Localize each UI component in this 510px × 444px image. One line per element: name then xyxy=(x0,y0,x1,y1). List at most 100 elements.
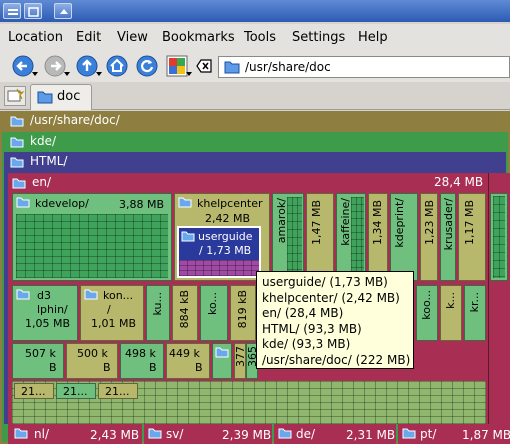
folder-kdevelop[interactable]: kdevelop/ 3,88 MB xyxy=(12,193,172,281)
cell-size-819[interactable]: 819 kB xyxy=(230,285,256,341)
cell-size-134[interactable]: 1,34 MB xyxy=(368,193,388,281)
folder-userguide[interactable]: userguide / 1,73 MB xyxy=(177,226,261,278)
folder-icon xyxy=(16,197,30,208)
up-button[interactable] xyxy=(76,55,98,77)
tooltip-line: en/ (28,4 MB) xyxy=(262,306,344,320)
location-input[interactable]: /usr/share/doc xyxy=(218,56,510,78)
cell-size: 2,42 MB xyxy=(205,212,251,225)
clear-location-icon[interactable] xyxy=(196,59,212,73)
menu-location[interactable]: Location xyxy=(8,30,63,45)
folder-label: HTML/ xyxy=(30,154,68,168)
folder-21a[interactable]: 21... xyxy=(14,383,54,399)
folder-kr[interactable]: kr... xyxy=(464,285,486,341)
folder-icon xyxy=(12,178,26,189)
window-restore-button[interactable] xyxy=(24,3,42,19)
folder-icon xyxy=(224,61,240,74)
folder-icon xyxy=(10,157,24,168)
forward-history-arrow-icon[interactable] xyxy=(64,72,70,76)
location-text: /usr/share/doc xyxy=(245,60,331,74)
window-menu-button[interactable] xyxy=(3,3,21,19)
folder-kaffeine[interactable]: kaffeine/ xyxy=(336,193,366,281)
cell-name: krusader/ xyxy=(442,198,455,251)
tab-doc[interactable]: doc xyxy=(30,84,92,110)
cell-size-500[interactable]: 500 k B xyxy=(66,343,118,379)
cell-size-377[interactable]: 377 xyxy=(234,343,246,379)
tooltip-line: khelpcenter/ (2,42 MB) xyxy=(262,290,400,305)
folder-label: en/ xyxy=(32,175,52,189)
cell-size-123[interactable]: 1,23 MB xyxy=(420,193,438,281)
tab-label: doc xyxy=(57,89,81,104)
folder-koo[interactable]: koo... xyxy=(416,285,438,341)
menu-bookmarks[interactable]: Bookmarks xyxy=(162,30,235,45)
cell-name: kdeprint/ xyxy=(393,198,406,248)
treemap-tooltip: userguide/ (1,73 MB) khelpcenter/ (2,42 … xyxy=(256,271,414,369)
folder-konqueror[interactable]: kon... / 1,01 MB xyxy=(80,285,144,341)
folder-icon xyxy=(402,428,416,439)
folder-pt[interactable]: pt/ 1,87 MB xyxy=(398,424,510,444)
menu-view[interactable]: View xyxy=(117,30,148,45)
folder-label: /usr/share/doc/ xyxy=(30,113,120,127)
tooltip-line: userguide/ (1,73 MB) xyxy=(262,275,388,289)
folder-label: kde/ xyxy=(30,134,56,148)
reload-button[interactable] xyxy=(136,55,158,77)
folder-icon xyxy=(148,428,162,439)
cell-size: 3,88 MB xyxy=(119,198,165,211)
home-button[interactable] xyxy=(106,55,128,77)
cell-size-507[interactable]: 507 k B xyxy=(12,343,64,379)
cell-name: userguide xyxy=(198,230,253,243)
folder-kdeprint[interactable]: kdeprint/ xyxy=(390,193,418,281)
forward-button[interactable] xyxy=(44,55,66,77)
menu-help[interactable]: Help xyxy=(358,30,388,45)
folder-icon xyxy=(181,231,195,242)
window-title-bar xyxy=(0,0,510,22)
folder-small-a[interactable] xyxy=(212,343,232,379)
folder-kc[interactable]: k... xyxy=(440,285,462,341)
tooltip-line: /usr/share/doc/ (222 MB) xyxy=(262,352,411,367)
cell-size-147[interactable]: 1,47 MB xyxy=(306,193,334,281)
folder-icon xyxy=(16,289,30,300)
tab-bar: doc xyxy=(0,82,510,110)
folder-sv[interactable]: sv/ 2,39 MB xyxy=(144,424,272,444)
cell-size: / 1,73 MB xyxy=(199,244,252,257)
folder-de[interactable]: de/ 2,31 MB xyxy=(274,424,396,444)
folder-icon xyxy=(178,197,192,208)
filesize-treemap[interactable]: /usr/share/doc/ kde/ HTML/ en/ 28,4 MB k… xyxy=(0,111,510,444)
tooltip-line: kde/ (93,3 MB) xyxy=(262,337,351,351)
folder-amarok[interactable]: amarok/ xyxy=(272,193,304,281)
folder-icon xyxy=(37,91,53,104)
folder-icon xyxy=(10,116,24,127)
new-tab-button[interactable] xyxy=(4,86,26,106)
cell-size-449[interactable]: 449 k B xyxy=(166,343,210,379)
folder-icon xyxy=(10,137,24,148)
folder-21b[interactable]: 21... xyxy=(56,383,96,399)
cell-name: kdevelop/ xyxy=(35,197,89,210)
folder-khelpcenter[interactable]: khelpcenter 2,42 MB userguide / 1,73 MB xyxy=(174,193,270,281)
cell-size-884[interactable]: 884 kB xyxy=(172,285,198,341)
folder-k3b[interactable]: d3 lphin/ 1,05 MB xyxy=(12,285,78,341)
folder-21c[interactable]: 21... xyxy=(98,383,138,399)
menu-bar: Location Edit View Bookmarks Tools Setti… xyxy=(0,24,510,50)
folder-ko[interactable]: ko... xyxy=(200,285,228,341)
cell-name: khelpcenter xyxy=(197,197,263,210)
folder-ku[interactable]: ku... xyxy=(146,285,170,341)
menu-tools[interactable]: Tools xyxy=(244,30,276,45)
folder-nl[interactable]: nl/ 2,43 MB xyxy=(8,424,142,444)
view-mode-arrow-icon[interactable] xyxy=(186,72,192,76)
cell-size-117[interactable]: 1,17 MB xyxy=(458,193,486,281)
up-history-arrow-icon[interactable] xyxy=(96,72,102,76)
folder-krusader[interactable]: krusader/ xyxy=(440,193,456,281)
folder-icon xyxy=(14,428,28,439)
back-history-arrow-icon[interactable] xyxy=(32,72,38,76)
folder-misc-right[interactable] xyxy=(490,193,508,281)
main-toolbar: /usr/share/doc xyxy=(0,50,510,82)
menu-edit[interactable]: Edit xyxy=(76,30,101,45)
folder-size: 28,4 MB xyxy=(434,175,484,189)
view-mode-button[interactable] xyxy=(166,55,188,77)
back-button[interactable] xyxy=(12,55,34,77)
window-shade-button[interactable] xyxy=(54,3,72,19)
folder-icon xyxy=(84,289,98,300)
folder-icon xyxy=(215,347,229,358)
cell-size-498[interactable]: 498 k B xyxy=(120,343,164,379)
menu-settings[interactable]: Settings xyxy=(292,30,345,45)
folder-icon xyxy=(278,428,292,439)
